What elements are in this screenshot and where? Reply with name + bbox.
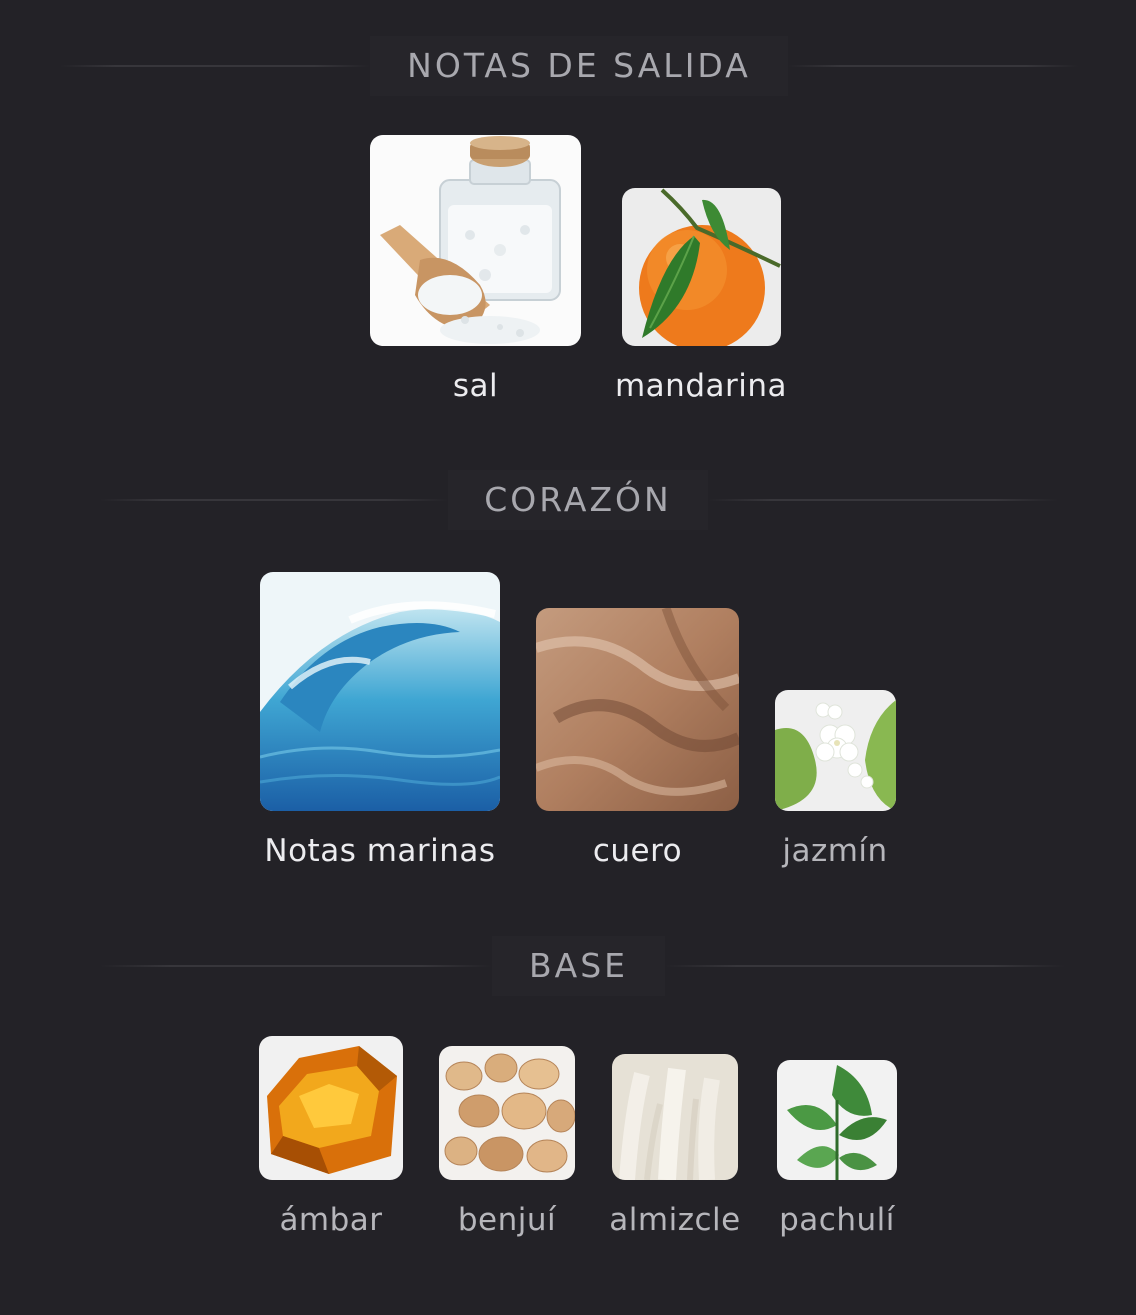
note-label: jazmín [782,833,888,869]
note-label: almizcle [609,1202,741,1238]
note-label: ámbar [279,1202,383,1238]
jasmine-image [775,690,896,811]
section-title: CORAZÓN [448,470,708,530]
divider-line [100,499,448,501]
divider-line [100,965,492,967]
divider-line [665,965,1065,967]
note-label: Notas marinas [264,833,496,869]
amber-image [259,1036,403,1180]
note-label: sal [452,368,499,404]
note-label: mandarina [614,368,788,404]
musk-image [612,1054,738,1180]
note-label: benjuí [457,1202,557,1238]
mandarin-image [622,188,781,346]
note-label: pachulí [779,1202,895,1238]
note-label: cuero [592,833,683,869]
section-title: BASE [492,936,665,996]
salt-jar-image [370,135,581,346]
benzoin-image [439,1046,575,1180]
section-header-base-notes: BASE [0,936,1136,996]
section-header-top-notes: NOTAS DE SALIDA [0,36,1136,96]
leather-image [536,608,739,811]
divider-line [60,65,370,67]
divider-line [788,65,1078,67]
ocean-wave-image [260,572,500,811]
section-header-heart-notes: CORAZÓN [0,470,1136,530]
patchouli-image [777,1060,897,1180]
divider-line [708,499,1058,501]
section-title: NOTAS DE SALIDA [370,36,788,96]
